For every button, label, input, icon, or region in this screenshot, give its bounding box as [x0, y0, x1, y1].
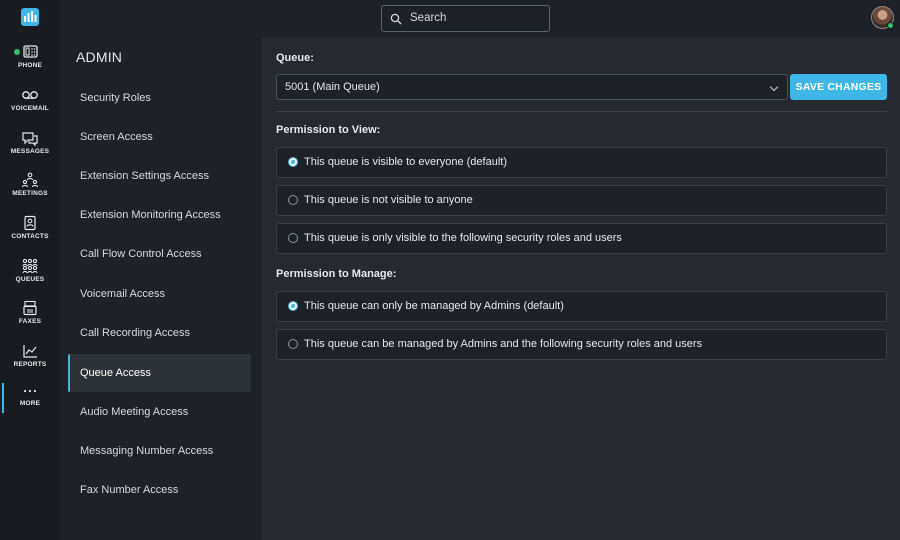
admin-title: ADMIN — [76, 49, 123, 65]
nav-queues-label: QUEUES — [15, 276, 45, 283]
messages-icon — [22, 132, 38, 146]
radio-button[interactable] — [288, 195, 298, 205]
divider — [276, 111, 887, 112]
admin-item-messaging-number-access[interactable]: Messaging Number Access — [68, 432, 251, 470]
nav-messages-label: MESSAGES — [10, 148, 50, 155]
online-status-icon — [14, 49, 20, 55]
admin-item-call-recording-access[interactable]: Call Recording Access — [68, 314, 251, 352]
manage-option-label: This queue can only be managed by Admins… — [304, 300, 564, 312]
phone-icon — [23, 45, 38, 58]
admin-item-fax-number-access[interactable]: Fax Number Access — [68, 471, 251, 509]
queue-select[interactable]: 5001 (Main Queue) — [276, 74, 788, 100]
radio-button-selected[interactable] — [288, 157, 298, 167]
view-option-label: This queue is visible to everyone (defau… — [304, 156, 507, 168]
permission-to-view-heading: Permission to View: — [276, 124, 381, 136]
nav-reports-label: REPORTS — [13, 361, 47, 368]
search-placeholder: Search — [410, 12, 447, 24]
meetings-icon — [21, 172, 39, 188]
radio-button[interactable] — [288, 233, 298, 243]
nav-meetings[interactable]: MEETINGS — [0, 172, 60, 214]
search-icon — [390, 13, 402, 25]
manage-option-admins-roles-users[interactable]: This queue can be managed by Admins and … — [276, 329, 887, 360]
view-option-everyone[interactable]: This queue is visible to everyone (defau… — [276, 147, 887, 178]
nav-meetings-label: MEETINGS — [12, 190, 48, 197]
view-option-nobody[interactable]: This queue is not visible to anyone — [276, 185, 887, 216]
manage-option-admins[interactable]: This queue can only be managed by Admins… — [276, 291, 887, 322]
chevron-down-icon — [769, 82, 779, 92]
nav-messages[interactable]: MESSAGES — [0, 130, 60, 172]
nav-more[interactable]: MORE — [0, 382, 60, 424]
permission-to-manage-heading: Permission to Manage: — [276, 268, 397, 280]
nav-queues[interactable]: QUEUES — [0, 258, 60, 300]
nav-voicemail-label: VOICEMAIL — [11, 105, 49, 112]
nav-reports[interactable]: REPORTS — [0, 343, 60, 385]
radio-button-selected[interactable] — [288, 301, 298, 311]
contacts-icon — [24, 215, 36, 231]
queues-icon — [22, 258, 38, 274]
view-option-label: This queue is only visible to the follow… — [304, 232, 622, 244]
search-input[interactable]: Search — [381, 5, 550, 32]
view-option-roles-users[interactable]: This queue is only visible to the follow… — [276, 223, 887, 254]
admin-item-security-roles[interactable]: Security Roles — [68, 79, 251, 117]
nav-voicemail[interactable]: VOICEMAIL — [0, 87, 60, 129]
fax-icon — [23, 300, 37, 316]
nav-contacts-label: CONTACTS — [11, 233, 49, 240]
queue-select-value: 5001 (Main Queue) — [285, 81, 380, 93]
admin-item-extension-settings-access[interactable]: Extension Settings Access — [68, 157, 251, 195]
app-rail: PHONE VOICEMAIL MESSAGES MEETINGS CONTAC… — [0, 0, 60, 540]
nav-faxes-label: FAXES — [18, 318, 42, 325]
nav-phone[interactable]: PHONE — [0, 44, 60, 86]
nav-more-label: MORE — [19, 400, 41, 407]
presence-status-icon — [887, 22, 894, 29]
nav-contacts[interactable]: CONTACTS — [0, 215, 60, 257]
voicemail-icon — [22, 91, 38, 99]
reports-icon — [23, 345, 37, 358]
radio-button[interactable] — [288, 339, 298, 349]
nav-faxes[interactable]: FAXES — [0, 300, 60, 342]
admin-item-screen-access[interactable]: Screen Access — [68, 118, 251, 156]
admin-item-voicemail-access[interactable]: Voicemail Access — [68, 275, 251, 313]
admin-item-audio-meeting-access[interactable]: Audio Meeting Access — [68, 393, 251, 431]
admin-sidebar: ADMIN Security Roles Screen Access Exten… — [60, 37, 262, 540]
queue-label: Queue: — [276, 52, 314, 64]
queue-access-panel: Queue: 5001 (Main Queue) SAVE CHANGES Pe… — [262, 37, 900, 540]
view-option-label: This queue is not visible to anyone — [304, 194, 473, 206]
save-changes-button[interactable]: SAVE CHANGES — [790, 74, 887, 100]
more-icon — [23, 389, 37, 393]
nav-phone-label: PHONE — [17, 62, 43, 69]
manage-option-label: This queue can be managed by Admins and … — [304, 338, 703, 350]
admin-item-extension-monitoring-access[interactable]: Extension Monitoring Access — [68, 196, 251, 234]
admin-item-call-flow-control-access[interactable]: Call Flow Control Access — [68, 235, 251, 273]
app-logo-icon[interactable] — [21, 8, 39, 26]
admin-item-queue-access[interactable]: Queue Access — [68, 354, 251, 392]
